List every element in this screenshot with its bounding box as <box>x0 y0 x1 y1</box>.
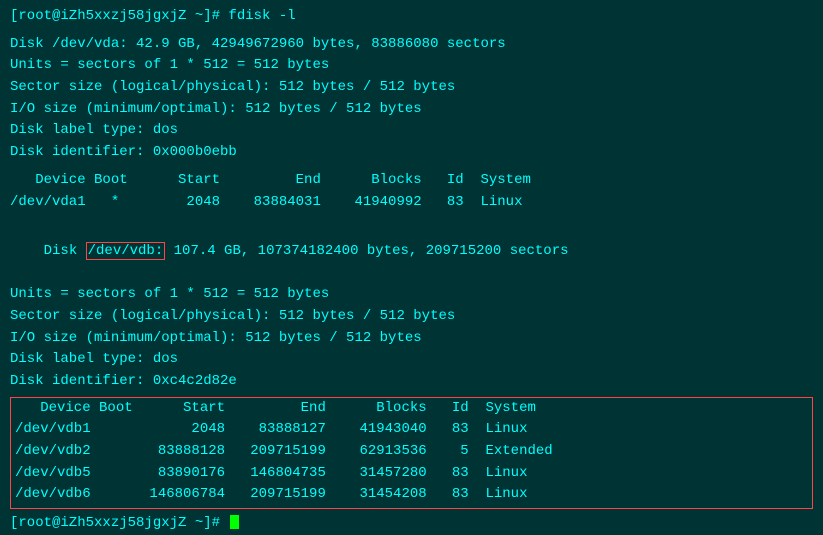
cursor-block <box>230 515 239 529</box>
prompt-top: [root@iZh5xxzj58jgxjZ ~]# fdisk -l <box>10 6 813 28</box>
vdb-line6: Disk identifier: 0xc4c2d82e <box>10 371 813 393</box>
vdb2-row: /dev/vdb2 83888128 209715199 62913536 5 … <box>11 441 808 463</box>
vda1-row: /dev/vda1 * 2048 83884031 41940992 83 Li… <box>10 192 813 214</box>
vda-line2: Units = sectors of 1 * 512 = 512 bytes <box>10 55 813 77</box>
prompt-bottom-line: [root@iZh5xxzj58jgxjZ ~]# <box>10 513 813 535</box>
vdb-line5: Disk label type: dos <box>10 349 813 371</box>
vdb-disk-line: Disk /dev/vdb: 107.4 GB, 107374182400 by… <box>10 219 813 284</box>
vdb-line2: Units = sectors of 1 * 512 = 512 bytes <box>10 284 813 306</box>
vdb-line3: Sector size (logical/physical): 512 byte… <box>10 306 813 328</box>
vdb-highlight: /dev/vdb: <box>86 242 166 260</box>
prompt-bottom: [root@iZh5xxzj58jgxjZ ~]# <box>10 515 220 531</box>
vdb-line4: I/O size (minimum/optimal): 512 bytes / … <box>10 328 813 350</box>
vdb-disk-prefix: Disk <box>44 243 86 259</box>
vdb-table-box: Device Boot Start End Blocks Id System /… <box>10 397 813 509</box>
vda-line1: Disk /dev/vda: 42.9 GB, 42949672960 byte… <box>10 34 813 56</box>
vdb1-row: /dev/vdb1 2048 83888127 41943040 83 Linu… <box>11 419 808 441</box>
vda-line3: Sector size (logical/physical): 512 byte… <box>10 77 813 99</box>
vdb-table-header: Device Boot Start End Blocks Id System <box>11 398 808 420</box>
vda-line6: Disk identifier: 0x000b0ebb <box>10 142 813 164</box>
vda-table-header: Device Boot Start End Blocks Id System <box>10 170 813 192</box>
vda-line5: Disk label type: dos <box>10 120 813 142</box>
vdb-disk-suffix: 107.4 GB, 107374182400 bytes, 209715200 … <box>165 243 568 259</box>
vda-line4: I/O size (minimum/optimal): 512 bytes / … <box>10 99 813 121</box>
vdb6-row: /dev/vdb6 146806784 209715199 31454208 8… <box>11 484 808 506</box>
terminal-window: [root@iZh5xxzj58jgxjZ ~]# fdisk -l Disk … <box>0 0 823 509</box>
vdb5-row: /dev/vdb5 83890176 146804735 31457280 83… <box>11 463 808 485</box>
